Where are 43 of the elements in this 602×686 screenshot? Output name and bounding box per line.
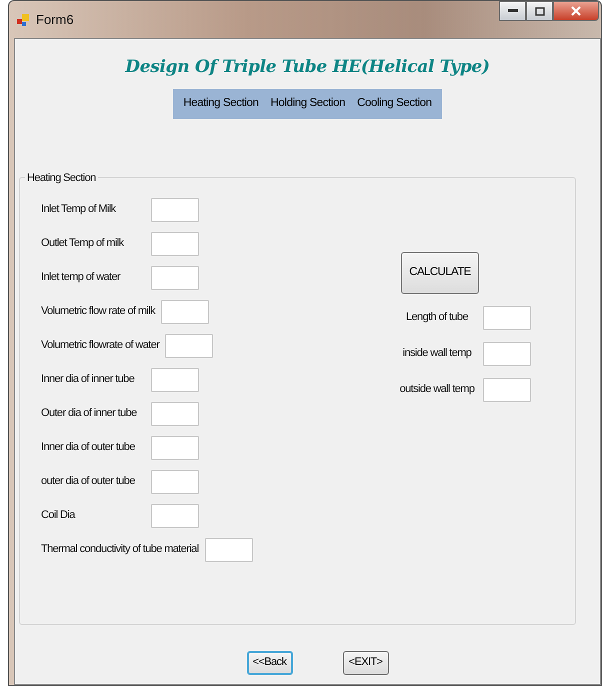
minimize-button[interactable]	[499, 1, 526, 21]
input-field[interactable]	[151, 232, 199, 256]
input-field[interactable]	[161, 300, 210, 324]
field-label: Inner dia of outer tube	[41, 440, 136, 456]
input-field[interactable]	[151, 504, 199, 528]
form-heading: Design Of Triple Tube HE(Helical Type)	[125, 56, 490, 79]
window-title: Form6	[36, 10, 74, 29]
field-label: Outer dia of inner tube	[41, 406, 138, 422]
field-label: Coil Dia	[41, 508, 76, 524]
field-label: Inlet Temp of Milk	[41, 202, 117, 218]
maximize-button[interactable]	[526, 1, 553, 21]
input-field[interactable]	[151, 198, 199, 222]
field-label: Inner dia of inner tube	[41, 372, 136, 388]
field-label: Thermal conductivity of tube material	[41, 542, 199, 558]
input-field[interactable]	[151, 470, 199, 494]
output-field[interactable]	[483, 378, 531, 402]
maximize-icon	[534, 6, 544, 16]
field-label: Volumetric flowrate of water	[41, 338, 160, 354]
close-icon	[571, 6, 581, 16]
field-label: Volumetric flow rate of milk	[41, 304, 156, 320]
input-field[interactable]	[151, 402, 199, 426]
input-field[interactable]	[151, 266, 199, 290]
field-label: Inlet temp of water	[41, 270, 122, 286]
menu-item[interactable]: Cooling Section	[351, 92, 438, 114]
exit-button[interactable]: <EXIT>	[342, 650, 388, 674]
menu-item[interactable]: Heating Section	[177, 92, 265, 114]
close-button[interactable]	[553, 1, 599, 21]
field-label: Outlet Temp of milk	[41, 236, 125, 252]
calculate-button[interactable]: CALCULATE	[401, 252, 479, 294]
field-label: outer dia of outer tube	[41, 474, 136, 490]
menu-item[interactable]: Holding Section	[264, 92, 352, 114]
output-field[interactable]	[483, 342, 531, 366]
minimize-icon	[508, 9, 518, 13]
app-icon	[16, 12, 30, 26]
field-label: outside wall temp	[398, 382, 476, 398]
input-field[interactable]	[151, 436, 199, 460]
input-field[interactable]	[151, 368, 199, 392]
input-field[interactable]	[165, 334, 214, 358]
field-label: Length of tube	[405, 310, 470, 326]
output-field[interactable]	[483, 306, 531, 330]
input-field[interactable]	[204, 538, 253, 562]
back-button[interactable]: <<Back	[246, 650, 292, 674]
field-label: inside wall temp	[402, 346, 472, 362]
